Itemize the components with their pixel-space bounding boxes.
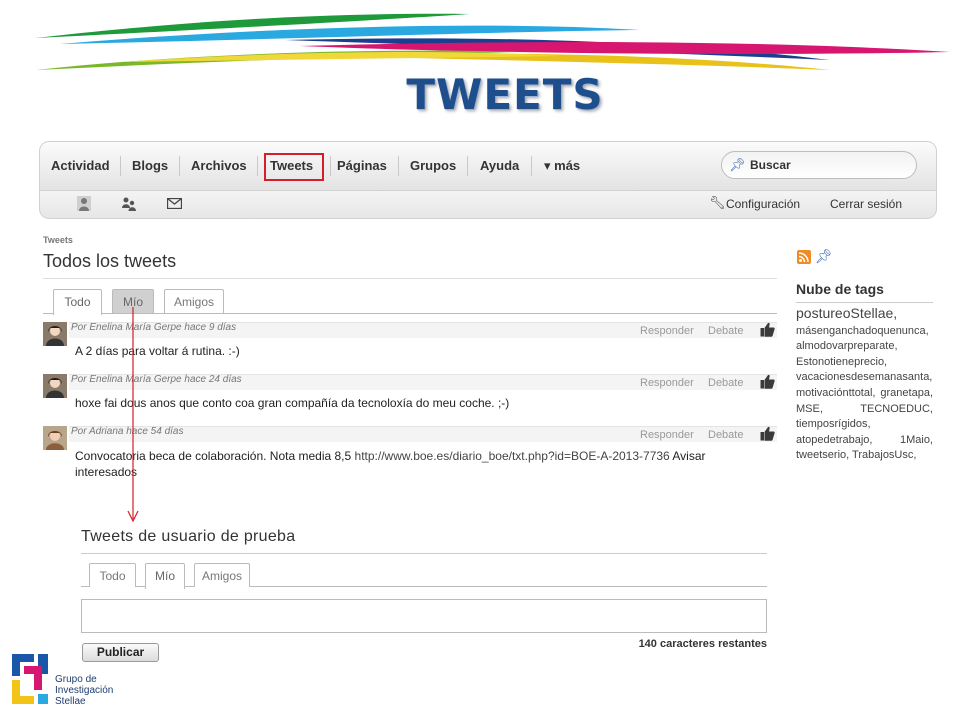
pin-icon[interactable]: 📌︎ <box>815 248 833 265</box>
stellae-logo <box>12 654 48 704</box>
avatar[interactable] <box>43 426 67 450</box>
tweet-text-part: Convocatoria beca de colaboración. Nota … <box>75 449 355 463</box>
banner-swoosh <box>35 13 950 70</box>
logout-link[interactable]: Cerrar sesión <box>830 197 902 211</box>
nav-blogs[interactable]: Blogs <box>132 158 168 173</box>
tweet-link[interactable]: http://www.boe.es/diario_boe/txt.php?id=… <box>355 449 670 463</box>
tab-mio[interactable]: Mío <box>145 563 185 589</box>
tweet-textarea[interactable] <box>81 599 767 633</box>
tweet-meta: Por Enelina María Gerpe hace 9 días <box>71 322 237 333</box>
mail-icon[interactable] <box>167 198 182 209</box>
reply-link[interactable]: Responder <box>640 377 694 389</box>
user-tweets-title: Tweets de usuario de prueba <box>81 528 296 545</box>
nav-ayuda[interactable]: Ayuda <box>480 158 519 173</box>
nav-paginas[interactable]: Páginas <box>337 158 387 173</box>
search-input[interactable]: 📌︎ Buscar <box>721 151 917 179</box>
characters-remaining: 140 caracteres restantes <box>638 638 767 650</box>
profile-icon[interactable] <box>77 196 91 211</box>
logo-line: Grupo de <box>55 674 97 685</box>
debate-link[interactable]: Debate <box>708 429 743 441</box>
title-divider <box>43 278 777 279</box>
pin-icon: 📌︎ <box>729 157 746 172</box>
publish-button[interactable]: Publicar <box>82 643 159 662</box>
tab-amigos[interactable]: Amigos <box>164 289 224 313</box>
thumbs-up-icon[interactable] <box>760 374 775 389</box>
tag-list[interactable]: másenganchadoquenunca, almodovarpreparat… <box>796 325 933 462</box>
breadcrumb[interactable]: Tweets <box>43 235 73 245</box>
search-placeholder: Buscar <box>750 158 791 172</box>
tag-cloud: postureoStellae, másenganchadoquenunca, a… <box>796 305 933 464</box>
annotation-arrow <box>127 307 139 523</box>
tab-todo[interactable]: Todo <box>53 289 102 315</box>
thumbs-up-icon[interactable] <box>760 322 775 337</box>
logo-text: Grupo de Investigación Stellae <box>55 674 113 707</box>
avatar[interactable] <box>43 322 67 346</box>
avatar[interactable] <box>43 374 67 398</box>
tag-cloud-title: Nube de tags <box>796 281 884 297</box>
nav-actividad[interactable]: Actividad <box>51 158 110 173</box>
reply-link[interactable]: Responder <box>640 429 694 441</box>
nav-archivos[interactable]: Archivos <box>191 158 247 173</box>
page-title: Todos los tweets <box>43 251 177 271</box>
logo-line: Stellae <box>55 696 86 707</box>
tabs-baseline <box>43 313 777 314</box>
debate-link[interactable]: Debate <box>708 377 743 389</box>
tab-amigos[interactable]: Amigos <box>194 563 250 587</box>
lower-divider <box>81 553 767 554</box>
friends-icon[interactable] <box>121 196 137 211</box>
tag-link[interactable]: postureoStellae, <box>796 305 897 321</box>
thumbs-up-icon[interactable] <box>760 426 775 441</box>
user-subbar: 🔧︎ Configuración Cerrar sesión <box>39 191 937 219</box>
logo-line: Investigación <box>55 685 114 696</box>
slide-title: TWEETS <box>406 70 604 119</box>
main-nav: Actividad Blogs Archivos Tweets Páginas … <box>39 141 937 191</box>
nav-grupos[interactable]: Grupos <box>410 158 456 173</box>
wrench-icon: 🔧︎ <box>709 195 726 210</box>
nav-mas[interactable]: ▾ más <box>544 158 580 174</box>
tweet-text: Convocatoria beca de colaboración. Nota … <box>75 448 725 480</box>
tweet-meta: Por Enelina María Gerpe hace 24 días <box>71 374 242 385</box>
sidebar-divider <box>796 302 933 303</box>
tab-todo[interactable]: Todo <box>89 563 136 587</box>
settings-link[interactable]: Configuración <box>726 197 800 211</box>
debate-link[interactable]: Debate <box>708 325 743 337</box>
tweet-text: A 2 días para voltar á rutina. :-) <box>75 344 240 358</box>
reply-link[interactable]: Responder <box>640 325 694 337</box>
tweet-text: hoxe fai dous anos que conto coa gran co… <box>75 396 510 410</box>
rss-icon[interactable] <box>797 250 811 264</box>
nav-tweets[interactable]: Tweets <box>270 158 313 173</box>
